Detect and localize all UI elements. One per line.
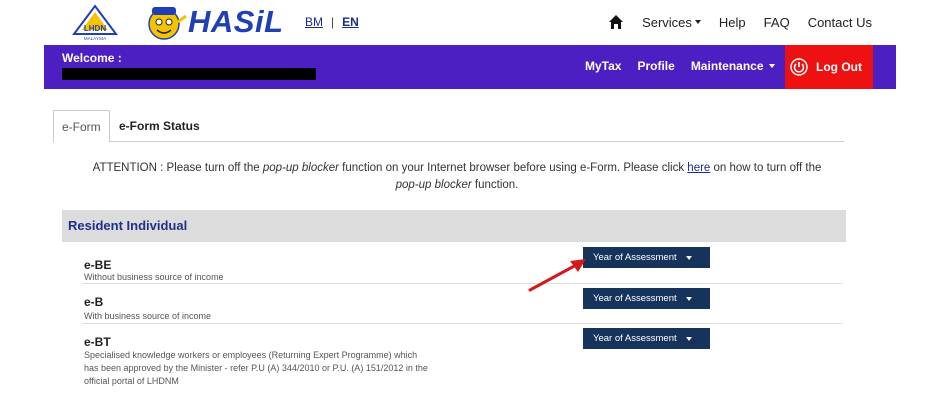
logout-button[interactable]: Log Out xyxy=(785,45,873,89)
tab-e-form-status[interactable]: e-Form Status xyxy=(111,110,208,142)
chevron-down-icon xyxy=(685,296,692,301)
tab-e-form[interactable]: e-Form xyxy=(53,110,110,143)
logout-icon xyxy=(790,58,808,76)
help-link[interactable]: Help xyxy=(719,15,746,30)
annotation-arrow-icon xyxy=(528,259,586,292)
chevron-down-icon xyxy=(694,20,701,24)
lhdn-logo-icon[interactable]: LHDN MALAYSIA xyxy=(70,4,120,42)
form-code: e-BE xyxy=(84,258,112,272)
chevron-down-icon xyxy=(685,255,692,260)
top-header: LHDN MALAYSIA HASiL BM | EN Services Hel… xyxy=(44,0,896,45)
welcome-label: Welcome : xyxy=(62,51,122,65)
row-divider xyxy=(82,323,842,324)
lang-separator: | xyxy=(331,15,335,29)
attention-text-4: function. xyxy=(471,179,519,191)
user-bar: Welcome : MyTax Profile Maintenance Log … xyxy=(44,45,896,89)
logout-label: Log Out xyxy=(816,60,862,74)
year-of-assessment-label: Year of Assessment xyxy=(593,252,677,263)
form-code: e-B xyxy=(84,295,104,309)
year-of-assessment-button-e-be[interactable]: Year of Assessment xyxy=(583,247,710,268)
lang-en-link[interactable]: EN xyxy=(342,15,359,29)
form-desc: With business source of income xyxy=(84,311,212,321)
services-label: Services xyxy=(642,14,692,30)
year-of-assessment-label: Year of Assessment xyxy=(593,333,677,344)
main-nav: MyTax Profile Maintenance xyxy=(585,59,791,73)
form-row-e-be: e-BE Without business source of income Y… xyxy=(62,247,846,284)
here-link[interactable]: here xyxy=(687,162,710,174)
contact-us-link[interactable]: Contact Us xyxy=(808,15,872,30)
chevron-down-icon xyxy=(685,336,692,341)
hasil-logo[interactable]: HASiL xyxy=(144,2,284,42)
year-of-assessment-label: Year of Assessment xyxy=(593,293,677,304)
page: LHDN MALAYSIA HASiL BM | EN Services Hel… xyxy=(44,0,896,396)
form-tabs: e-Form e-Form Status xyxy=(53,110,844,143)
year-of-assessment-button-e-bt[interactable]: Year of Assessment xyxy=(583,328,710,349)
panel-header: Resident Individual xyxy=(62,210,846,242)
attention-text-1: ATTENTION : Please turn off the xyxy=(92,162,263,174)
logo-text: LHDN xyxy=(84,24,106,33)
attention-text-2: function on your Internet browser before… xyxy=(338,162,688,174)
top-nav: Services Help FAQ Contact Us xyxy=(590,14,872,30)
language-switch: BM | EN xyxy=(305,15,359,29)
home-icon xyxy=(609,15,624,29)
redacted-username xyxy=(62,68,316,80)
faq-link[interactable]: FAQ xyxy=(764,15,790,30)
maintenance-label: Maintenance xyxy=(690,59,764,73)
form-row-e-bt: e-BT Specialised knowledge workers or em… xyxy=(62,328,846,396)
chevron-down-icon xyxy=(768,64,775,68)
maintenance-menu[interactable]: Maintenance xyxy=(691,59,775,73)
logo-subtext: MALAYSIA xyxy=(84,36,106,41)
year-of-assessment-button-e-b[interactable]: Year of Assessment xyxy=(583,288,710,309)
form-code: e-BT xyxy=(84,335,111,349)
form-row-e-b: e-B With business source of income Year … xyxy=(62,288,846,324)
profile-link[interactable]: Profile xyxy=(637,59,674,73)
attention-text-3: on how to turn off the xyxy=(710,162,822,174)
services-menu[interactable]: Services xyxy=(642,15,701,30)
row-divider xyxy=(82,283,842,284)
form-desc: Specialised knowledge workers or employe… xyxy=(84,350,428,386)
mytax-link[interactable]: MyTax xyxy=(585,59,621,73)
panel-title: Resident Individual xyxy=(68,218,188,233)
hasil-mascot-icon xyxy=(148,7,187,40)
lang-bm-link[interactable]: BM xyxy=(305,15,323,29)
attention-popup-1: pop-up blocker xyxy=(262,162,339,174)
home-link[interactable] xyxy=(608,14,624,30)
attention-notice: ATTENTION : Please turn off the pop-up b… xyxy=(64,160,850,194)
brand-name: HASiL xyxy=(188,4,284,39)
attention-popup-2: pop-up blocker xyxy=(395,179,472,191)
